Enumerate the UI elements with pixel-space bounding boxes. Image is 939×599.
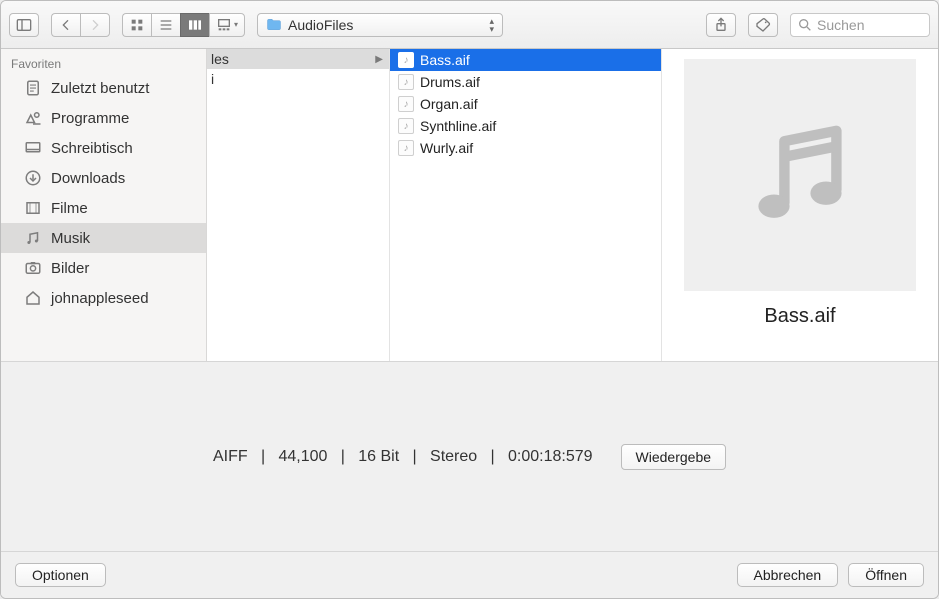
sidebar-item-label: Downloads [51,170,125,187]
open-button[interactable]: Öffnen [848,563,924,587]
gallery-icon [216,17,232,33]
sidebar-item-label: Filme [51,200,88,217]
open-label: Öffnen [865,567,907,583]
file-row[interactable]: ♪ Organ.aif [390,93,661,115]
sidebar-icon [16,17,32,33]
file-row[interactable]: ♪ Synthline.aif [390,115,661,137]
audio-bit-depth: 16 Bit [358,448,399,465]
sidebar-item-downloads[interactable]: Downloads [1,163,206,193]
file-name: Synthline.aif [420,118,496,134]
nav-back-forward [51,13,110,37]
column-1[interactable]: les ▶ i [207,49,390,361]
search-placeholder: Suchen [817,17,864,33]
path-popup-button[interactable]: AudioFiles ▴▾ [257,13,503,37]
play-button[interactable]: Wiedergebe [621,444,727,470]
sidebar-item-label: Programme [51,110,129,127]
sidebar-item-pictures[interactable]: Bilder [1,253,206,283]
column-folder-row[interactable]: les ▶ [207,49,389,69]
sidebar-header: Favoriten [1,53,206,73]
back-button[interactable] [51,13,80,37]
movies-icon [23,199,43,217]
tag-icon [755,17,771,33]
audio-format: AIFF [213,448,248,465]
sidebar-item-desktop[interactable]: Schreibtisch [1,133,206,163]
view-columns-button[interactable] [180,13,209,37]
audio-file-icon: ♪ [398,118,414,134]
browser-body: Favoriten Zuletzt benutzt Programme Schr… [1,49,938,362]
music-note-icon [735,110,865,240]
music-icon [23,229,43,247]
column-folder-label: i [211,71,214,87]
preview-filename: Bass.aif [764,305,835,328]
search-field[interactable]: Suchen [790,13,930,37]
cancel-button[interactable]: Abbrechen [737,563,839,587]
file-name: Bass.aif [420,52,470,68]
toolbar: ▾ AudioFiles ▴▾ Suchen [1,1,938,49]
audio-file-icon: ♪ [398,74,414,90]
view-icons-button[interactable] [122,13,151,37]
file-row[interactable]: ♪ Drums.aif [390,71,661,93]
apps-icon [23,109,43,127]
audio-file-icon: ♪ [398,140,414,156]
columns-icon [187,17,203,33]
sidebar-item-label: Schreibtisch [51,140,133,157]
chevron-down-icon: ▾ [234,20,238,29]
audio-file-icon: ♪ [398,52,414,68]
path-label: AudioFiles [288,17,353,33]
open-dialog: ▾ AudioFiles ▴▾ Suchen Favoriten [0,0,939,599]
sidebar-item-recents[interactable]: Zuletzt benutzt [1,73,206,103]
folder-icon [266,18,282,31]
forward-button[interactable] [80,13,110,37]
grid-icon [129,17,145,33]
options-label: Optionen [32,567,89,583]
sidebar-item-label: Zuletzt benutzt [51,80,149,97]
updown-icon: ▴▾ [489,17,494,33]
sidebar-item-label: Musik [51,230,90,247]
audio-file-icon: ♪ [398,96,414,112]
view-gallery-button[interactable]: ▾ [209,13,245,37]
search-icon [797,17,813,33]
chevron-right-icon [87,17,103,33]
tags-button[interactable] [748,13,778,37]
audio-info-panel: AIFF | 44,100 | 16 Bit | Stereo | 0:00:1… [1,362,938,552]
chevron-left-icon [58,17,74,33]
view-mode-segment: ▾ [122,13,245,37]
file-name: Organ.aif [420,96,478,112]
column-folder-row[interactable]: i [207,69,389,89]
view-list-button[interactable] [151,13,180,37]
play-button-label: Wiedergebe [636,449,712,465]
sidebar-item-label: Bilder [51,260,89,277]
sidebar-item-home[interactable]: johnappleseed [1,283,206,313]
home-icon [23,289,43,307]
preview-pane: Bass.aif [662,49,938,361]
column-files[interactable]: ♪ Bass.aif ♪ Drums.aif ♪ Organ.aif ♪ Syn… [390,49,662,361]
file-row[interactable]: ♪ Wurly.aif [390,137,661,159]
share-button[interactable] [706,13,736,37]
share-icon [713,17,729,33]
audio-sample-rate: 44,100 [278,448,327,465]
sidebar-item-label: johnappleseed [51,290,149,307]
audio-channels: Stereo [430,448,477,465]
column-folder-label: les [211,51,229,67]
file-name: Wurly.aif [420,140,473,156]
chevron-right-icon: ▶ [375,54,383,65]
sidebar-toggle-button[interactable] [9,13,39,37]
downloads-icon [23,169,43,187]
sidebar-item-movies[interactable]: Filme [1,193,206,223]
dialog-footer: Optionen Abbrechen Öffnen [1,552,938,598]
desktop-icon [23,139,43,157]
clock-doc-icon [23,79,43,97]
audio-duration: 0:00:18:579 [508,448,593,465]
cancel-label: Abbrechen [754,567,822,583]
pictures-icon [23,259,43,277]
options-button[interactable]: Optionen [15,563,106,587]
sidebar: Favoriten Zuletzt benutzt Programme Schr… [1,49,207,361]
sidebar-item-applications[interactable]: Programme [1,103,206,133]
file-name: Drums.aif [420,74,480,90]
file-row[interactable]: ♪ Bass.aif [390,49,661,71]
preview-thumbnail [684,59,916,291]
list-icon [158,17,174,33]
audio-info-text: AIFF | 44,100 | 16 Bit | Stereo | 0:00:1… [213,448,593,466]
sidebar-item-music[interactable]: Musik [1,223,206,253]
